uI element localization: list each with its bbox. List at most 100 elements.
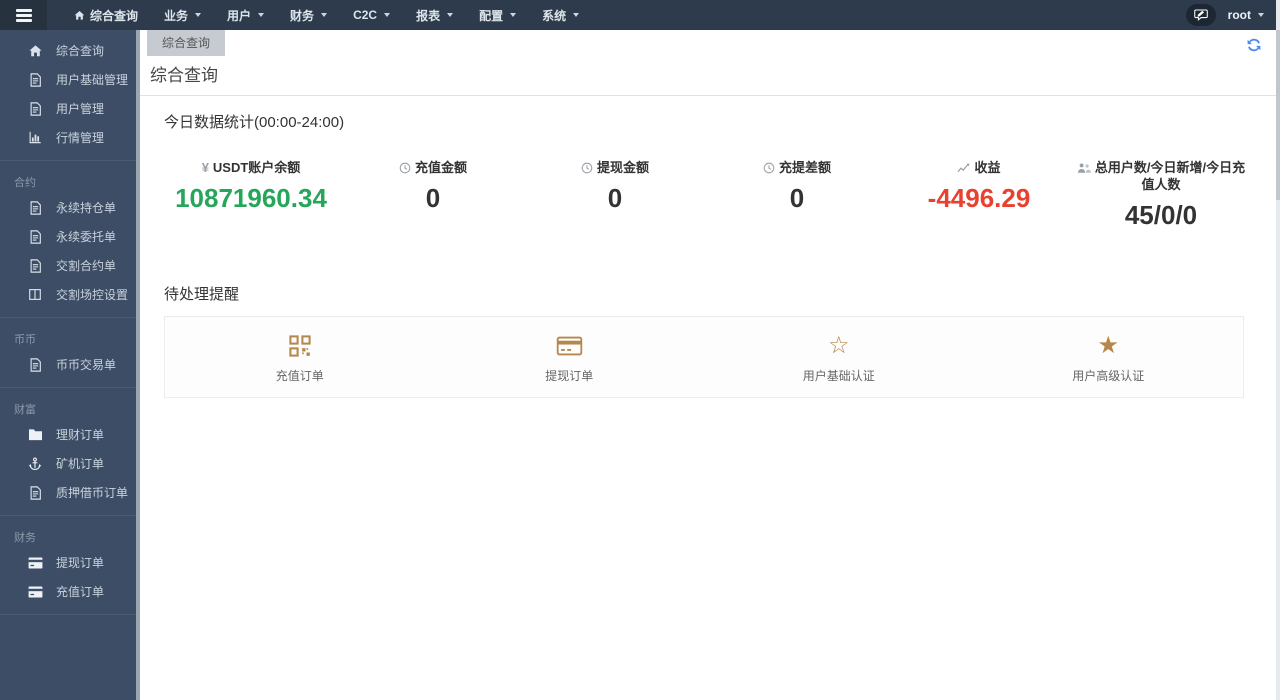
chevron-down-icon [258, 13, 265, 17]
sidebar-section-title: 合约 [14, 177, 36, 189]
reminder-recharge-orders[interactable]: 充值订单 [165, 332, 435, 384]
chevron-down-icon [195, 13, 202, 17]
sidebar-group-coin: 币币 币币交易单 [0, 318, 140, 388]
chat-bubble-icon [1193, 9, 1208, 21]
clock-icon [581, 162, 593, 174]
navbar-right: root [1185, 4, 1280, 26]
stat-usdt-balance: ¥ USDT账户余额 10871960.34 [160, 159, 342, 231]
sidebar-item-pledge-loan-orders[interactable]: 质押借币订单 [0, 478, 140, 507]
sidebar-item-recharge-orders[interactable]: 充值订单 [0, 577, 140, 606]
document-icon [27, 101, 43, 117]
sidebar-item-user-basic-management[interactable]: 用户基础管理 [0, 65, 140, 94]
sidebar-group-wealth: 财富 理财订单 矿机订单 质押借币订单 [0, 388, 140, 516]
stat-label: 充值金额 [348, 159, 518, 176]
sidebar-section-title: 财富 [14, 404, 36, 416]
sidebar-item-delivery-control-settings[interactable]: 交割场控设置 [0, 280, 140, 309]
stat-value: 45/0/0 [1124, 200, 1198, 230]
stat-label: 充提差额 [712, 159, 882, 176]
document-icon [27, 72, 43, 88]
page-title: 综合查询 [140, 56, 1280, 96]
stat-user-counts: 总用户数/今日新增/今日充值人数 45/0/0 [1070, 159, 1252, 231]
yen-icon: ¥ [201, 160, 209, 175]
sidebar-item-user-management[interactable]: 用户管理 [0, 94, 140, 123]
chevron-down-icon [321, 13, 328, 17]
tab-comprehensive-query[interactable]: 综合查询 [147, 30, 226, 56]
reminder-withdraw-orders[interactable]: 提现订单 [435, 332, 705, 384]
sidebar-item-comprehensive-query[interactable]: 综合查询 [0, 36, 140, 65]
chevron-down-icon [447, 13, 454, 17]
chevron-down-icon [510, 13, 517, 17]
credit-card-icon [27, 555, 43, 571]
stat-label: ¥ USDT账户余额 [201, 160, 301, 175]
main-content: 综合查询 综合查询 今日数据统计(00:00-24:00) ¥ USDT账户余额 … [140, 30, 1280, 700]
nav-menu-c2c[interactable]: C2C [340, 0, 403, 30]
nav-menu-finance[interactable]: 财务 [277, 0, 340, 30]
reminder-label: 充值订单 [275, 369, 324, 383]
credit-card-icon [435, 332, 705, 360]
user-menu[interactable]: root [1228, 8, 1264, 22]
scrollbar-thumb[interactable] [1276, 30, 1280, 200]
document-icon [27, 200, 43, 216]
sidebar-scrollbar[interactable] [136, 30, 140, 700]
nav-item-label: 综合查询 [90, 8, 139, 23]
user-name: root [1227, 8, 1251, 22]
nav-item-home[interactable]: 综合查询 [61, 0, 151, 30]
document-icon [27, 229, 43, 245]
sidebar-group-main: 综合查询 用户基础管理 用户管理 行情管理 [0, 30, 140, 161]
sidebar-item-delivery-contract-orders[interactable]: 交割合约单 [0, 251, 140, 280]
star-outline-icon: ☆ [827, 332, 850, 359]
stat-value: 10871960.34 [175, 183, 327, 213]
star-filled-icon: ★ [1097, 332, 1119, 359]
sidebar-item-withdraw-orders[interactable]: 提现订单 [0, 548, 140, 577]
stat-recharge-withdraw-diff: 充提差额 0 [706, 159, 888, 231]
chevron-down-icon [573, 13, 580, 17]
users-icon [1077, 162, 1091, 174]
nav-menu-report[interactable]: 报表 [403, 0, 466, 30]
chevron-down-icon [1258, 13, 1264, 17]
sidebar-toggle-button[interactable] [0, 0, 47, 30]
stat-value: 0 [789, 183, 805, 213]
reminder-user-basic-verification[interactable]: ☆ 用户基础认证 [704, 332, 974, 384]
home-icon [74, 10, 85, 21]
sidebar-item-financial-orders[interactable]: 理财订单 [0, 420, 140, 449]
document-icon [27, 258, 43, 274]
folder-icon [27, 427, 43, 443]
sidebar-item-mining-orders[interactable]: 矿机订单 [0, 449, 140, 478]
document-icon [27, 485, 43, 501]
window-scrollbar[interactable] [1276, 0, 1280, 700]
nav-menu-business[interactable]: 业务 [151, 0, 214, 30]
stat-recharge-amount: 充值金额 0 [342, 159, 524, 231]
clock-icon [763, 162, 775, 174]
credit-card-icon [27, 584, 43, 600]
stat-value: -4496.29 [927, 183, 1031, 213]
sidebar-item-perpetual-position-orders[interactable]: 永续持仓单 [0, 193, 140, 222]
top-navbar: 综合查询 业务 用户 财务 C2C 报表 配置 系统 root [0, 0, 1280, 30]
reminders-panel: 充值订单 提现订单 ☆ 用户基础认证 ★ 用户高级认证 [164, 316, 1244, 398]
nav-menu-config[interactable]: 配置 [466, 0, 529, 30]
navbar-menu: 综合查询 业务 用户 财务 C2C 报表 配置 系统 [61, 0, 592, 30]
nav-menu-system[interactable]: 系统 [529, 0, 592, 30]
columns-icon [27, 287, 43, 303]
clock-icon [399, 162, 411, 174]
nav-menu-user[interactable]: 用户 [214, 0, 277, 30]
home-icon [27, 43, 43, 59]
reminder-user-advanced-verification[interactable]: ★ 用户高级认证 [974, 332, 1244, 384]
line-chart-icon [957, 162, 970, 174]
sidebar: 综合查询 用户基础管理 用户管理 行情管理 合约 永续持仓单 永续委托单 交割合… [0, 30, 140, 700]
sidebar-item-perpetual-entrust-orders[interactable]: 永续委托单 [0, 222, 140, 251]
stats-section-heading: 今日数据统计(00:00-24:00) [164, 114, 345, 131]
chat-button[interactable] [1185, 4, 1216, 26]
stat-label: 收益 [894, 159, 1064, 176]
document-icon [27, 357, 43, 373]
sidebar-item-coin-trade-orders[interactable]: 币币交易单 [0, 350, 140, 379]
bar-chart-icon [27, 130, 43, 146]
hamburger-icon [15, 8, 32, 22]
reminder-label: 提现订单 [545, 369, 594, 383]
sidebar-item-market-management[interactable]: 行情管理 [0, 123, 140, 152]
stat-withdraw-amount: 提现金额 0 [524, 159, 706, 231]
refresh-button[interactable] [1246, 37, 1262, 53]
reminder-label: 用户高级认证 [1072, 369, 1145, 383]
reminders-section-heading: 待处理提醒 [164, 286, 240, 303]
stat-value: 0 [607, 183, 623, 213]
stat-value: 0 [425, 183, 441, 213]
